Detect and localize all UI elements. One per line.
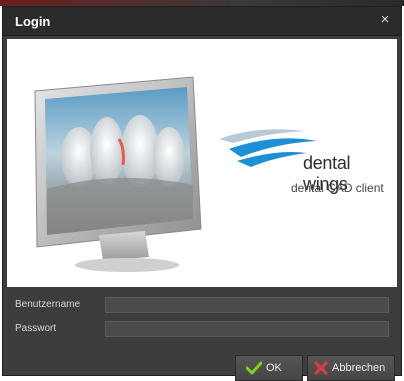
close-icon[interactable]: × [377,11,393,29]
username-label: Benutzername [15,299,81,310]
title-bar[interactable]: Login × [3,7,401,36]
cancel-button[interactable]: Abbrechen [307,355,395,381]
username-input[interactable] [105,297,389,313]
splash-banner: dental wings dental CAD client [7,39,397,287]
ok-label: OK [266,362,282,374]
dialog-title: Login [15,14,51,29]
red-x-icon [314,361,328,375]
checkmark-icon [246,361,262,375]
monitor-graphic [34,76,202,272]
password-label: Passwort [15,323,57,334]
ok-button[interactable]: OK [235,355,303,381]
password-input[interactable] [105,321,389,337]
cancel-label: Abbrechen [332,362,386,374]
product-name: dental CAD client [291,181,384,195]
login-dialog: Login × dental wings dental CAD client B… [2,6,402,381]
